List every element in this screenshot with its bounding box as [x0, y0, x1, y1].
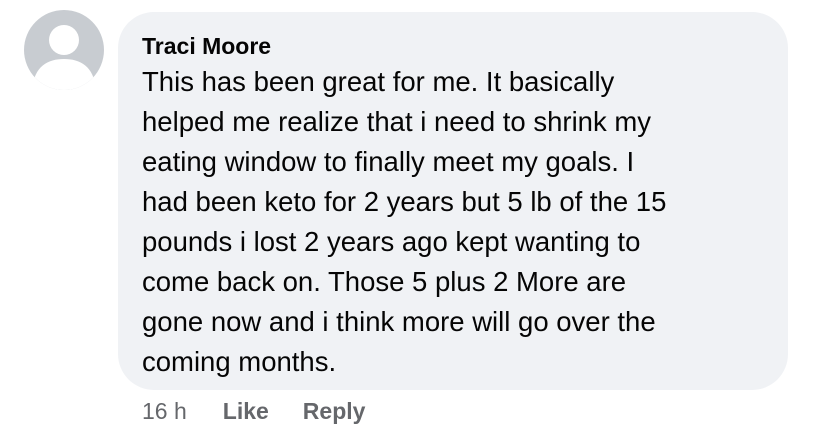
avatar[interactable] — [24, 10, 104, 90]
like-button[interactable]: Like — [223, 398, 269, 425]
reply-button[interactable]: Reply — [303, 398, 366, 425]
comment-author-name[interactable]: Traci Moore — [142, 32, 764, 60]
comment-actions: 16 h Like Reply — [142, 395, 399, 427]
comment: Traci Moore This has been great for me. … — [0, 0, 828, 437]
comment-timestamp[interactable]: 16 h — [142, 398, 187, 425]
default-profile-silhouette-icon — [32, 25, 96, 90]
comment-body: This has been great for me. It basically… — [142, 66, 667, 377]
comment-bubble: Traci Moore This has been great for me. … — [118, 12, 788, 390]
